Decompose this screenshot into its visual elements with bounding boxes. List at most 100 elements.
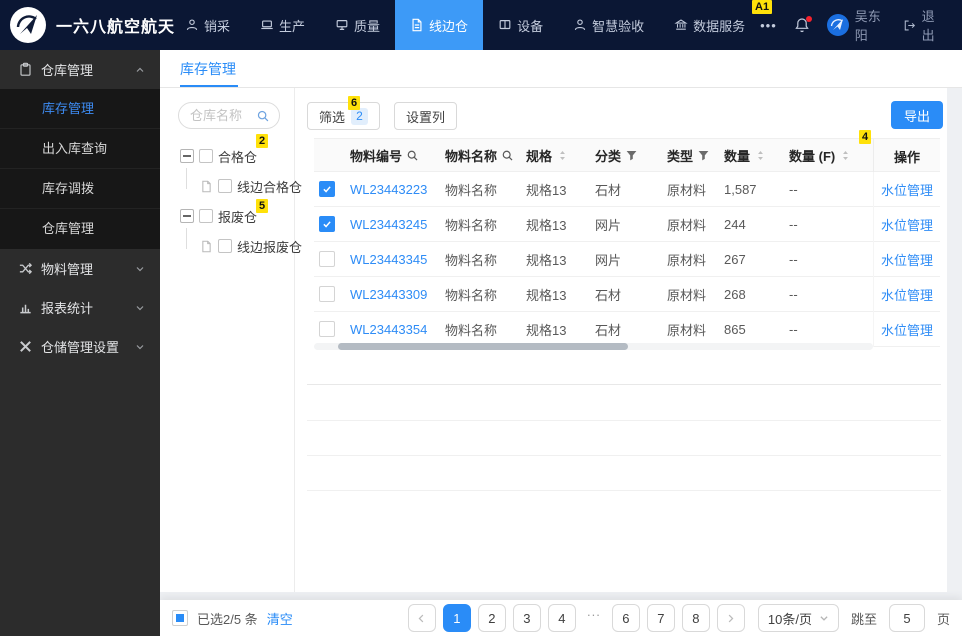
row-checkbox[interactable] <box>319 286 335 302</box>
clear-selection-link[interactable]: 清空 <box>267 609 293 628</box>
sort-icon[interactable] <box>754 149 767 162</box>
prev-page-button[interactable] <box>407 604 436 632</box>
sidebar-group-settings[interactable]: 仓储管理设置 <box>0 327 160 366</box>
sidebar-group-label: 报表统计 <box>41 301 94 316</box>
nav-item-数据服务[interactable]: 数据服务 <box>659 0 760 50</box>
logout-button[interactable]: 退出 <box>903 6 944 44</box>
water-level-link[interactable]: 水位管理 <box>881 250 933 269</box>
column-settings-button[interactable]: 设置列 <box>394 102 458 130</box>
sort-icon[interactable] <box>556 149 569 162</box>
divider <box>307 420 941 421</box>
row-checkbox[interactable] <box>319 216 335 232</box>
page-size-select[interactable]: 10条/页 <box>757 604 839 632</box>
sidebar-group-reports[interactable]: 报表统计 <box>0 288 160 327</box>
row-checkbox[interactable] <box>319 251 335 267</box>
header-ops: 操作 <box>873 139 940 173</box>
sidebar-item-库存调拨[interactable]: 库存调拨 <box>0 169 160 209</box>
tree-connector <box>186 168 187 189</box>
page-button-1[interactable]: 1 <box>442 604 471 632</box>
type-cell: 原材料 <box>667 322 707 338</box>
shuffle-icon <box>19 262 33 275</box>
header-material-name[interactable]: 物料名称 <box>445 146 526 165</box>
company-logo-icon <box>10 7 46 43</box>
nav-item-生产[interactable]: 生产 <box>245 0 320 50</box>
category-cell: 石材 <box>595 322 622 338</box>
page-button-4[interactable]: 4 <box>547 604 576 632</box>
material-code-link[interactable]: WL23443345 <box>350 252 427 267</box>
nav-item-质量[interactable]: 质量 <box>320 0 395 50</box>
logout-icon <box>904 20 915 30</box>
page-button-7[interactable]: 7 <box>646 604 675 632</box>
sidebar-group-material[interactable]: 物料管理 <box>0 249 160 288</box>
search-icon[interactable] <box>256 109 270 123</box>
tab-inventory[interactable]: 库存管理 <box>180 50 236 88</box>
page-button-3[interactable]: 3 <box>512 604 541 632</box>
page-button-2[interactable]: 2 <box>477 604 506 632</box>
material-code-link[interactable]: WL23443223 <box>350 182 427 197</box>
divider <box>307 384 941 385</box>
nav-item-线边仓[interactable]: 线边仓 <box>395 0 484 50</box>
header-qty-f[interactable]: 数量 (F) <box>789 146 873 165</box>
sidebar-group-warehouse[interactable]: 仓库管理 <box>0 50 160 89</box>
pager-ellipsis[interactable]: ... <box>583 604 605 632</box>
tree-checkbox[interactable] <box>199 209 213 223</box>
row-checkbox[interactable] <box>319 181 335 197</box>
nav-more-button[interactable]: ••• <box>760 18 777 33</box>
annotation-badge-filter: 6 <box>348 96 361 110</box>
jump-suffix: 页 <box>936 611 950 627</box>
water-level-link[interactable]: 水位管理 <box>881 285 933 304</box>
tree-label[interactable]: 合格仓 <box>218 147 257 166</box>
brand[interactable]: 一六八航空航天 <box>0 7 174 43</box>
tree-label[interactable]: 线边报废仓 <box>237 237 302 256</box>
notification-bell-icon[interactable] <box>794 16 812 33</box>
collapse-icon[interactable] <box>180 209 194 223</box>
header-material-code[interactable]: 物料编号 <box>350 146 445 165</box>
tree-label[interactable]: 线边合格仓 <box>237 177 302 196</box>
tree-label[interactable]: 报废仓 <box>218 207 257 226</box>
warehouse-search-input[interactable] <box>190 108 256 123</box>
tree-checkbox[interactable] <box>218 239 232 253</box>
sidebar-item-出入库查询[interactable]: 出入库查询 <box>0 129 160 169</box>
header-spec[interactable]: 规格 <box>526 146 595 165</box>
header-type[interactable]: 类型 <box>667 146 724 165</box>
page-button-6[interactable]: 6 <box>611 604 640 632</box>
user-avatar <box>826 14 849 36</box>
select-all-checkbox[interactable] <box>172 610 188 626</box>
collapse-icon[interactable] <box>180 149 194 163</box>
logout-label: 退出 <box>921 9 935 43</box>
sidebar-group-label: 仓库管理 <box>41 63 94 78</box>
sidebar-item-库存管理[interactable]: 库存管理 <box>0 89 160 129</box>
page-button-8[interactable]: 8 <box>681 604 710 632</box>
divider <box>307 490 941 491</box>
jump-page-input[interactable] <box>888 604 925 632</box>
row-checkbox[interactable] <box>319 321 335 337</box>
search-icon[interactable] <box>406 149 419 162</box>
horizontal-scrollbar-thumb[interactable] <box>338 343 628 350</box>
filter-funnel-icon[interactable] <box>697 149 710 162</box>
water-level-link[interactable]: 水位管理 <box>881 215 933 234</box>
nav-item-智慧验收[interactable]: 智慧验收 <box>558 0 659 50</box>
chevron-left-icon <box>418 614 424 622</box>
water-level-link[interactable]: 水位管理 <box>881 180 933 199</box>
water-level-link[interactable]: 水位管理 <box>881 320 933 339</box>
next-page-button[interactable] <box>716 604 745 632</box>
export-button[interactable]: 导出 <box>891 101 943 129</box>
header-qty[interactable]: 数量 <box>724 146 789 165</box>
material-code-link[interactable]: WL23443309 <box>350 287 427 302</box>
sidebar-item-仓库管理[interactable]: 仓库管理 <box>0 209 160 249</box>
nav-item-设备[interactable]: 设备 <box>483 0 558 50</box>
header-category[interactable]: 分类 <box>595 146 667 165</box>
user-menu[interactable]: 吴东阳 <box>826 6 886 44</box>
search-icon[interactable] <box>501 149 514 162</box>
material-code-link[interactable]: WL23443245 <box>350 217 427 232</box>
file-icon <box>202 240 211 252</box>
nav-item-销采[interactable]: 销采 <box>170 0 245 50</box>
table-row: WL23443309 物料名称 规格13 石材 原材料 268 -- 水位管理 <box>314 277 940 312</box>
category-cell: 网片 <box>595 252 622 268</box>
sort-icon[interactable] <box>839 149 852 162</box>
filter-funnel-icon[interactable] <box>625 149 638 162</box>
tree-checkbox[interactable] <box>218 179 232 193</box>
tree-checkbox[interactable] <box>199 149 213 163</box>
material-code-link[interactable]: WL23443354 <box>350 322 427 337</box>
filter-button[interactable]: 筛选 2 <box>307 102 381 130</box>
